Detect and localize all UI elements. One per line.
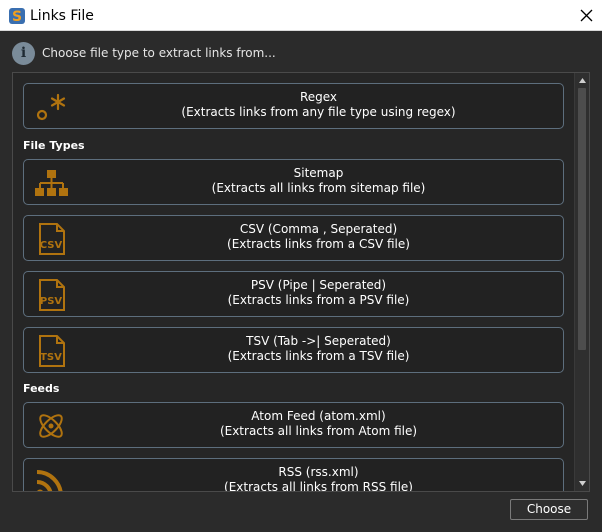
title-bar: S Links File [0, 0, 602, 31]
close-icon [580, 9, 593, 22]
psv-subtitle: (Extracts links from a PSV file) [227, 293, 410, 307]
rss-icon [36, 470, 63, 491]
csv-subtitle: (Extracts links from a CSV file) [227, 237, 410, 251]
rss-subtitle: (Extracts all links from RSS file) [224, 480, 413, 492]
csv-file-icon: CSV [39, 223, 65, 255]
close-button[interactable] [572, 0, 602, 31]
file-type-list[interactable]: Regex (Extracts links from any file type… [12, 72, 590, 492]
atom-subtitle: (Extracts all links from Atom file) [219, 424, 418, 438]
section-feeds: Feeds [23, 382, 60, 395]
csv-title: CSV (Comma , Seperated) [239, 222, 398, 236]
atom-icon [39, 414, 63, 438]
rss-title: RSS (rss.xml) [278, 465, 359, 479]
info-text: Choose file type to extract links from..… [42, 46, 276, 60]
vertical-scrollbar[interactable] [574, 73, 589, 491]
psv-file-icon: PSV [39, 279, 65, 311]
tsv-title: TSV (Tab ->| Seperated) [246, 334, 391, 348]
psv-option[interactable]: PSV PSV (Pipe | Seperated) (Extracts lin… [23, 271, 564, 317]
psv-title: PSV (Pipe | Seperated) [250, 278, 387, 292]
tsv-option[interactable]: TSV TSV (Tab ->| Seperated) (Extracts li… [23, 327, 564, 373]
regex-title: Regex [299, 90, 338, 104]
regex-subtitle: (Extracts links from any file type using… [181, 105, 456, 119]
svg-text:PSV: PSV [40, 296, 63, 307]
choose-button[interactable]: Choose [510, 499, 588, 520]
sitemap-title: Sitemap [293, 166, 344, 180]
svg-text:CSV: CSV [40, 240, 63, 251]
atom-title: Atom Feed (atom.xml) [251, 409, 386, 423]
regex-icon [36, 93, 66, 121]
sitemap-subtitle: (Extracts all links from sitemap file) [211, 181, 426, 195]
atom-option[interactable]: Atom Feed (atom.xml) (Extracts all links… [23, 402, 564, 448]
scroll-down-arrow-icon[interactable] [578, 479, 587, 488]
svg-text:TSV: TSV [40, 352, 62, 363]
info-icon: i [12, 42, 35, 65]
rss-option[interactable]: RSS (rss.xml) (Extracts all links from R… [23, 458, 564, 492]
scrollbar-thumb[interactable] [578, 88, 586, 350]
section-file-types: File Types [23, 139, 85, 152]
tsv-subtitle: (Extracts links from a TSV file) [227, 349, 410, 363]
window-title: Links File [30, 8, 94, 24]
csv-option[interactable]: CSV CSV (Comma , Seperated) (Extracts li… [23, 215, 564, 261]
scroll-up-arrow-icon[interactable] [578, 76, 587, 85]
app-logo-icon: S [9, 8, 25, 25]
sitemap-option[interactable]: Sitemap (Extracts all links from sitemap… [23, 159, 564, 205]
svg-text:S: S [12, 9, 22, 25]
sitemap-icon [35, 170, 68, 196]
regex-option[interactable]: Regex (Extracts links from any file type… [23, 83, 564, 129]
tsv-file-icon: TSV [39, 335, 65, 367]
